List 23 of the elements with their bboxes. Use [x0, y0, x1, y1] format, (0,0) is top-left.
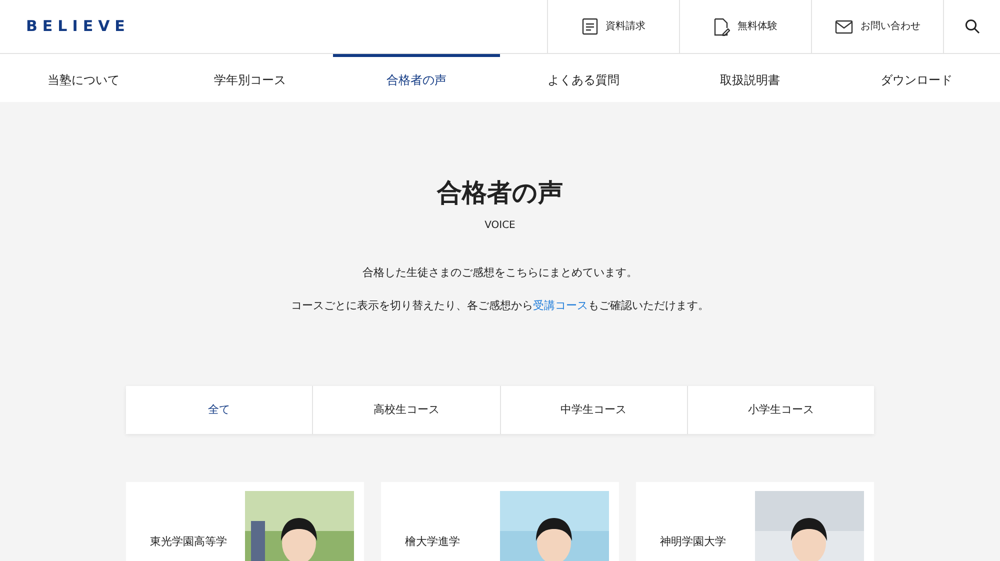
school-name: 東光学園高等学: [150, 535, 227, 550]
nav-tab[interactable]: 合格者の声: [333, 54, 500, 102]
search-icon: [964, 19, 980, 34]
document-pen-icon: [714, 18, 730, 36]
document-icon: [582, 18, 598, 35]
logo[interactable]: BELIEVE: [0, 15, 547, 38]
filter-tab[interactable]: 高校生コース: [312, 386, 500, 434]
intro-text: 合格した生徒さまのご感想をこちらにまとめています。: [362, 265, 638, 281]
intro-text: コースごとに表示を切り替えたり、各ご感想から受講コース もご確認いただけます。: [290, 298, 710, 314]
nav-tab[interactable]: 学年別コース: [166, 54, 334, 102]
nav-tab[interactable]: ダウンロード: [833, 54, 1000, 102]
mail-icon: [834, 20, 852, 34]
school-name: 檜大学進学: [405, 535, 460, 550]
filter-tab[interactable]: 全て: [126, 386, 312, 434]
school-name: 神明学園大学: [660, 535, 726, 550]
nav-tab[interactable]: 当塾について: [0, 54, 167, 102]
filter-tab[interactable]: 中学生コース: [500, 386, 687, 434]
nav-tab[interactable]: 取扱説明書: [666, 54, 834, 102]
course-link[interactable]: 受講コース: [533, 298, 588, 312]
page-subtitle: VOICE: [484, 219, 516, 233]
page-title: 合格者の声: [436, 178, 564, 208]
filter-tab[interactable]: 小学生コース: [686, 386, 874, 434]
nav-tab[interactable]: よくある質問: [500, 54, 667, 102]
